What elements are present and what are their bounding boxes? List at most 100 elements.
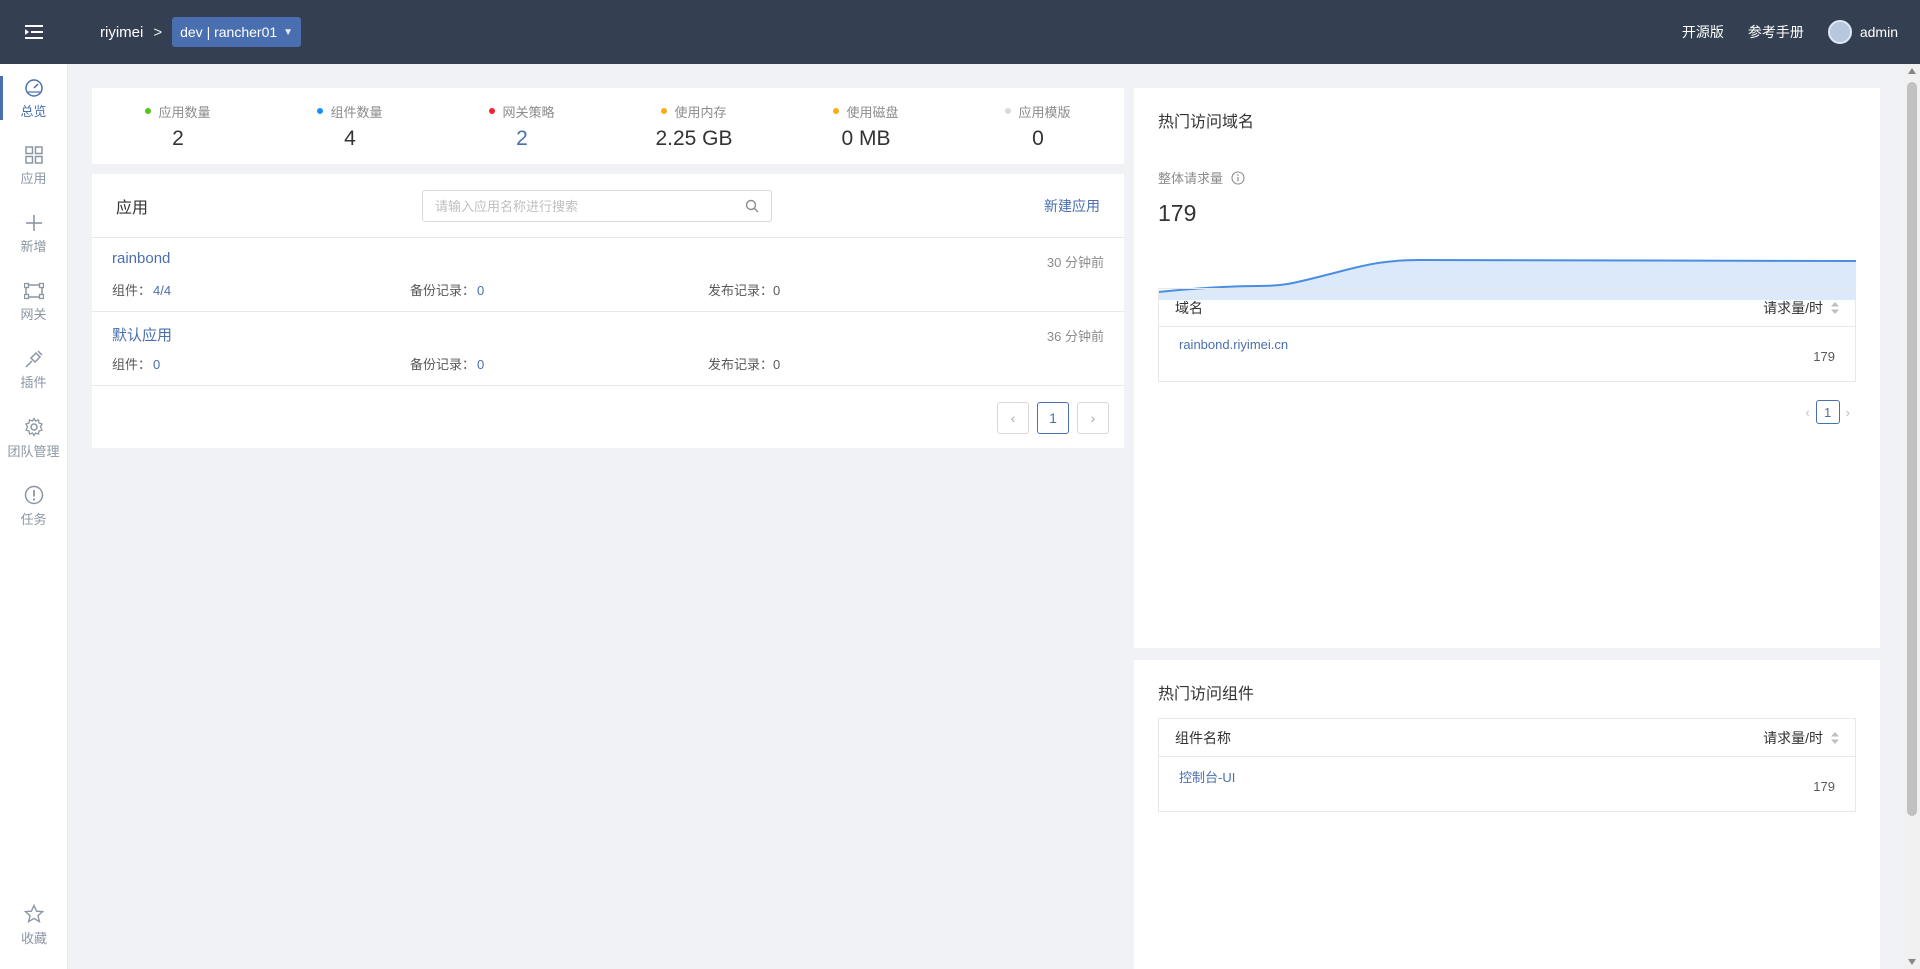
stat-value-link[interactable]: 2 — [516, 127, 528, 151]
env-label: dev | rancher01 — [180, 24, 278, 40]
sidebar-item-gateway[interactable]: 网关 — [0, 268, 67, 336]
gear-icon — [24, 416, 43, 437]
env-selector[interactable]: dev | rancher01 ▼ — [172, 17, 302, 47]
next-page-button[interactable]: › — [1077, 402, 1109, 434]
status-dot — [661, 108, 668, 114]
sidebar-item-favorites[interactable]: 收藏 — [0, 891, 68, 959]
domains-table: 域名 请求量/时 rainbond.riyimei.cn 179 — [1158, 288, 1856, 382]
hot-domains-panel: 热门访问域名 整体请求量 179 域名 请求量/时 rainbond.riyim… — [1134, 88, 1880, 648]
star-icon — [24, 903, 44, 923]
new-app-button[interactable]: 新建应用 — [1044, 196, 1100, 216]
sidebar-item-label: 总览 — [20, 103, 47, 119]
req-label-text: 整体请求量 — [1158, 171, 1224, 186]
component-link[interactable]: 控制台-UI — [1179, 767, 1235, 786]
app-name-link[interactable]: rainbond — [112, 250, 170, 267]
app-name-link[interactable]: 默认应用 — [112, 324, 172, 345]
top-header: riyimei > dev | rancher01 ▼ 开源版 参考手册 adm… — [0, 0, 1920, 64]
app-row: rainbond 30 分钟前 组件： 4/4 备份记录： 0 发布记录：0 — [92, 238, 1124, 312]
col-requests-label: 请求量/时 — [1763, 299, 1823, 316]
sort-icon[interactable] — [1831, 301, 1839, 314]
status-dot — [145, 108, 152, 114]
stat-value: 2 — [172, 126, 184, 150]
header-actions: 开源版 参考手册 admin — [1658, 20, 1920, 44]
components-table: 组件名称 请求量/时 控制台-UI 179 — [1158, 718, 1856, 812]
app-updated-time: 36 分钟前 — [1046, 329, 1104, 344]
sidebar-item-label: 新增 — [20, 238, 47, 254]
grid-icon — [24, 145, 43, 164]
scroll-up-icon[interactable] — [1907, 66, 1917, 76]
sidebar-item-add[interactable]: 新增 — [0, 200, 67, 268]
current-page[interactable]: 1 — [1815, 400, 1840, 424]
table-header: 组件名称 请求量/时 — [1159, 719, 1855, 757]
app-search-input[interactable] — [435, 198, 745, 214]
domain-link[interactable]: rainbond.riyimei.cn — [1179, 337, 1288, 352]
stat-label: 使用内存 — [674, 104, 727, 120]
caret-down-icon: ▼ — [283, 26, 294, 38]
sidebar-item-team[interactable]: 团队管理 — [0, 404, 67, 472]
sidebar-item-tasks[interactable]: 任务 — [0, 472, 67, 540]
scrollbar-thumb[interactable] — [1907, 82, 1917, 816]
breadcrumb-separator: > — [153, 23, 163, 41]
dashboard-icon — [24, 78, 43, 97]
avatar — [1827, 20, 1852, 44]
stat-label: 组件数量 — [330, 104, 383, 120]
col-requests-label: 请求量/时 — [1763, 729, 1823, 746]
meta-value[interactable]: 0 — [477, 283, 484, 298]
meta-label: 备份记录： — [410, 357, 476, 372]
col-requests[interactable]: 请求量/时 — [1763, 298, 1839, 318]
prev-page-button[interactable]: ‹ — [997, 402, 1029, 434]
app-updated-time: 30 分钟前 — [1046, 255, 1104, 270]
domain-requests: 179 — [1813, 349, 1835, 364]
meta-label: 发布记录： — [708, 283, 774, 298]
stat-disk: 使用磁盘 0 MB — [780, 88, 952, 164]
user-name: admin — [1859, 24, 1898, 40]
app-publishes: 发布记录：0 — [708, 280, 780, 299]
next-page-button[interactable]: › — [1840, 405, 1856, 420]
menu-toggle-icon[interactable] — [0, 0, 68, 64]
sort-icon[interactable] — [1831, 731, 1839, 744]
user-menu[interactable]: admin — [1827, 20, 1898, 44]
app-backups: 备份记录： 0 — [410, 280, 484, 299]
stat-label: 应用数量 — [158, 104, 211, 120]
meta-value[interactable]: 0 — [477, 357, 484, 372]
table-header: 域名 请求量/时 — [1159, 289, 1855, 327]
meta-label: 备份记录： — [410, 283, 476, 298]
stat-value: 4 — [344, 126, 356, 150]
breadcrumb: riyimei > dev | rancher01 ▼ — [100, 17, 302, 47]
info-icon[interactable] — [1231, 170, 1245, 185]
app-components: 组件： 0 — [112, 354, 160, 373]
sidebar-item-label: 网关 — [20, 306, 47, 322]
meta-value[interactable]: 0 — [153, 357, 160, 372]
prev-page-button[interactable]: ‹ — [1799, 405, 1815, 420]
stat-memory: 使用内存 2.25 GB — [608, 88, 780, 164]
stat-label: 网关策略 — [502, 104, 555, 120]
meta-value: 0 — [773, 357, 781, 372]
sidebar-item-label: 应用 — [20, 170, 47, 186]
current-page[interactable]: 1 — [1037, 402, 1069, 434]
stat-gateway-policies: 网关策略 2 — [436, 88, 608, 164]
app-publishes: 发布记录：0 — [708, 354, 780, 373]
sidebar-item-label: 收藏 — [20, 930, 47, 946]
manual-link[interactable]: 参考手册 — [1748, 22, 1804, 42]
col-domain: 域名 — [1175, 299, 1203, 316]
meta-value[interactable]: 4/4 — [153, 283, 171, 298]
table-row: rainbond.riyimei.cn 179 — [1159, 327, 1855, 381]
col-requests[interactable]: 请求量/时 — [1763, 728, 1839, 748]
apps-header: 应用 新建应用 — [92, 174, 1124, 238]
stat-label: 应用模版 — [1018, 104, 1071, 120]
status-dot — [1005, 108, 1012, 114]
open-source-link[interactable]: 开源版 — [1682, 22, 1724, 42]
stat-value: 2.25 GB — [655, 126, 733, 150]
team-name[interactable]: riyimei — [100, 24, 143, 41]
sidebar-item-plugins[interactable]: 插件 — [0, 336, 67, 404]
sidebar-item-apps[interactable]: 应用 — [0, 132, 67, 200]
search-icon[interactable] — [745, 199, 759, 213]
scroll-down-icon[interactable] — [1907, 957, 1917, 967]
stat-app-count: 应用数量 2 — [92, 88, 264, 164]
hot-components-panel: 热门访问组件 组件名称 请求量/时 控制台-UI 179 — [1134, 660, 1880, 969]
table-row: 控制台-UI 179 — [1159, 757, 1855, 811]
stat-label: 使用磁盘 — [846, 104, 899, 120]
component-requests: 179 — [1813, 779, 1835, 794]
sidebar-item-overview[interactable]: 总览 — [0, 64, 67, 132]
plugin-icon — [24, 349, 43, 368]
